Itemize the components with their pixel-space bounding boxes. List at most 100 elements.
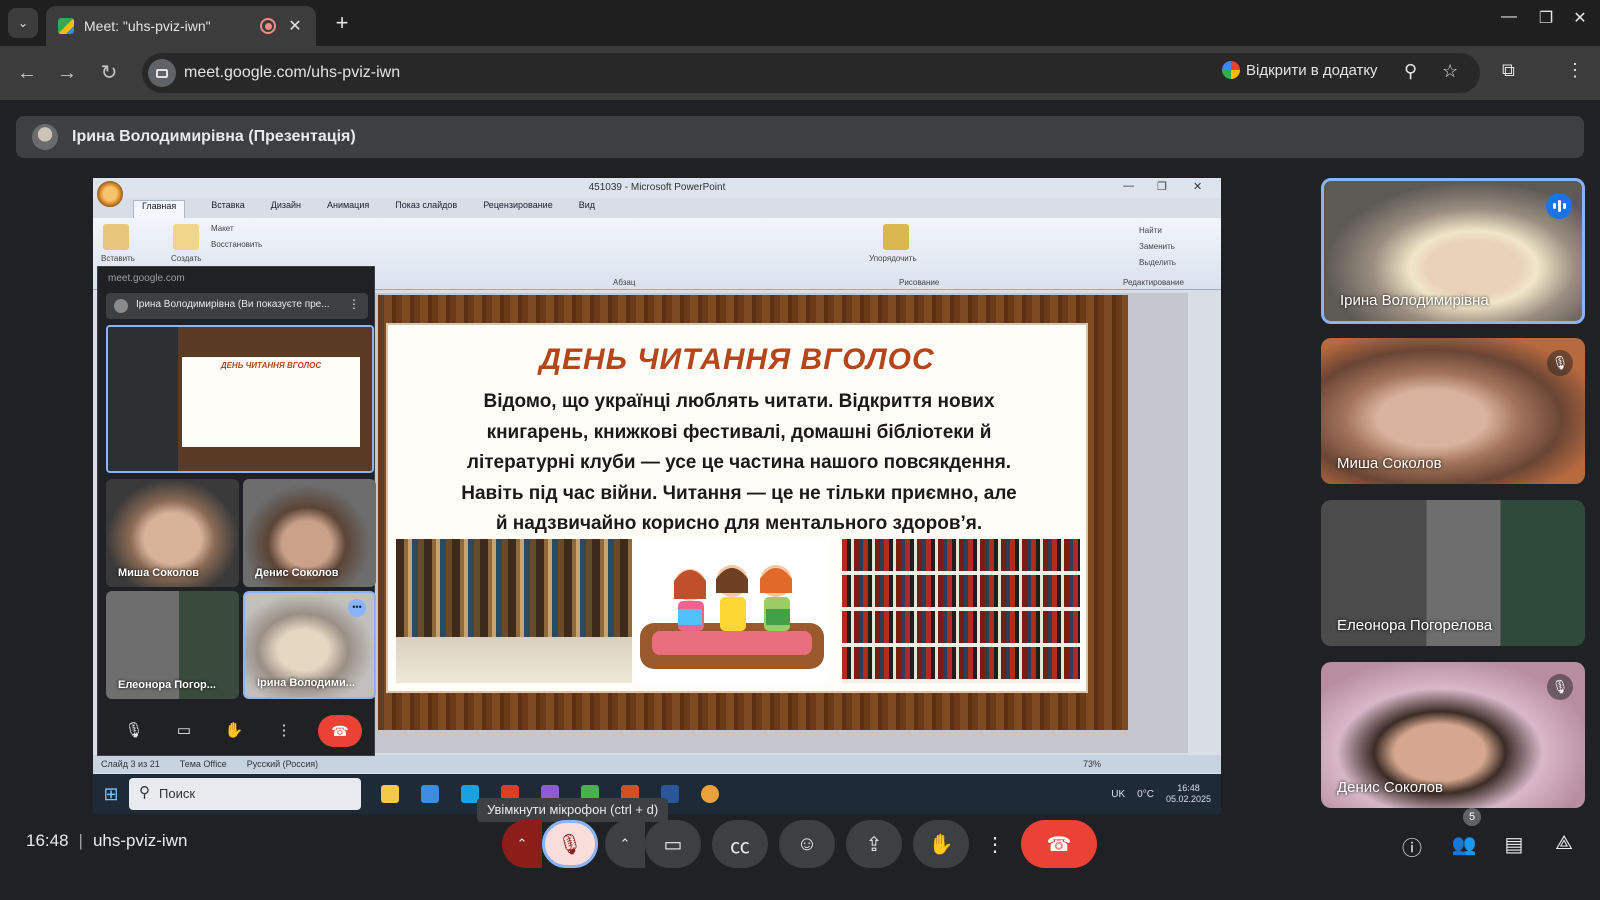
minimize-button[interactable]: — bbox=[1497, 8, 1521, 26]
mini-presenting-bar: Ірина Володимирівна (Ви показуєте пре...… bbox=[106, 293, 368, 319]
camera-icon: ▭ bbox=[663, 833, 683, 856]
activities-icon[interactable]: ⟁ bbox=[1550, 832, 1578, 855]
tab-search-button[interactable]: ⌄ bbox=[8, 8, 38, 38]
store-icon bbox=[421, 785, 439, 803]
paste-icon bbox=[103, 224, 129, 250]
end-call-icon: ☎ bbox=[318, 715, 362, 747]
mini-tile: Елеонора Погор... bbox=[106, 591, 239, 699]
meeting-code: uhs-pviz-iwn bbox=[92, 831, 188, 850]
restore-button[interactable]: ❐ bbox=[1534, 8, 1558, 28]
present-button[interactable]: ⇪ bbox=[846, 820, 902, 868]
browser-tab[interactable]: Meet: "uhs-pviz-iwn" ✕ bbox=[46, 6, 316, 46]
participant-tile[interactable]: 🎙 Миша Соколов bbox=[1321, 338, 1585, 484]
mini-host: meet.google.com bbox=[108, 273, 185, 284]
browser-toolbar: ← → ↻ meet.google.com/uhs-pviz-iwn Відкр… bbox=[0, 46, 1600, 100]
browser-menu-icon[interactable]: ⋮ bbox=[1566, 60, 1584, 81]
audio-settings-button[interactable]: ⌃ bbox=[502, 820, 542, 868]
open-in-app-button[interactable]: Відкрити в додатку bbox=[1222, 61, 1378, 79]
extensions-icon[interactable]: ⧉ bbox=[1502, 60, 1515, 81]
preview-slide-title: ДЕНЬ ЧИТАННЯ ВГОЛОС bbox=[220, 361, 322, 370]
more-options-icon: ⋮ bbox=[276, 722, 292, 739]
camera-toggle-button[interactable]: ▭ bbox=[645, 820, 701, 868]
end-call-button[interactable]: ☎ bbox=[1021, 820, 1097, 868]
back-button[interactable]: ← bbox=[14, 60, 40, 86]
meeting-info: 16:48 | uhs-pviz-iwn bbox=[26, 831, 187, 851]
bookshelf-image bbox=[842, 539, 1080, 683]
mini-tile-name: Ірина Володими... bbox=[257, 677, 355, 689]
mini-meet-window: meet.google.com Ірина Володимирівна (Ви … bbox=[97, 266, 376, 756]
weather-temp: 0°C bbox=[1137, 788, 1154, 800]
people-icon[interactable]: 👥 bbox=[1450, 832, 1478, 857]
ribbon-group-label: Рисование bbox=[899, 278, 940, 287]
reload-button[interactable]: ↻ bbox=[96, 60, 122, 86]
captions-button[interactable]: ㏄ bbox=[712, 820, 768, 868]
meeting-time: 16:48 bbox=[26, 831, 69, 850]
meet-stage: Ірина Володимирівна (Презентація) 451039… bbox=[0, 100, 1600, 900]
site-info-button[interactable] bbox=[148, 59, 176, 87]
clock-date: 05.02.2025 bbox=[1165, 794, 1211, 804]
open-in-app-label: Відкрити в додатку bbox=[1246, 61, 1378, 79]
participant-tile[interactable]: Елеонора Погорелова bbox=[1321, 500, 1585, 646]
chrome-icon bbox=[1222, 61, 1240, 79]
zoom-icon[interactable]: ⚲ bbox=[1404, 61, 1417, 82]
ribbon-label: Заменить bbox=[1139, 242, 1175, 251]
ribbon-label: Найти bbox=[1139, 226, 1162, 235]
slide-line: й надзвичайно корисно для ментального зд… bbox=[495, 513, 983, 534]
powerpoint-title: 451039 - Microsoft PowerPoint bbox=[93, 178, 1221, 198]
mic-icon: 🎙 bbox=[124, 722, 144, 739]
arrange-icon bbox=[883, 224, 909, 250]
ribbon-label: Упорядочить bbox=[869, 254, 917, 263]
participant-name: Елеонора Погорелова bbox=[1337, 617, 1493, 634]
tab-close-button[interactable]: ✕ bbox=[286, 16, 304, 36]
tab-strip: ⌄ Meet: "uhs-pviz-iwn" ✕ + — ❐ ✕ bbox=[0, 0, 1600, 46]
pp-restore-icon: ❐ bbox=[1157, 181, 1167, 193]
ribbon-tab: Показ слайдов bbox=[395, 200, 458, 210]
raise-hand-button[interactable]: ✋ bbox=[913, 820, 969, 868]
mini-tile: ••• Ірина Володими... bbox=[243, 591, 376, 699]
participant-tile[interactable]: Ірина Володимирівна bbox=[1321, 178, 1585, 324]
emoji-icon: ☺ bbox=[796, 832, 818, 855]
explorer-icon bbox=[381, 785, 399, 803]
participant-name: Денис Соколов bbox=[1337, 779, 1443, 796]
forward-button[interactable]: → bbox=[54, 60, 80, 86]
participant-tile[interactable]: 🎙 Денис Соколов bbox=[1321, 662, 1585, 808]
kids-reading-image bbox=[634, 539, 830, 683]
mini-tile: Миша Соколов bbox=[106, 479, 239, 587]
chrome-icon bbox=[701, 785, 719, 803]
address-bar[interactable]: meet.google.com/uhs-pviz-iwn Відкрити в … bbox=[142, 53, 1480, 93]
url-text[interactable]: meet.google.com/uhs-pviz-iwn bbox=[184, 64, 400, 82]
mini-tile-name: Елеонора Погор... bbox=[118, 679, 216, 691]
chat-icon[interactable]: ▤ bbox=[1500, 832, 1528, 857]
speaking-indicator-icon bbox=[1546, 193, 1572, 219]
taskbar-clock: 16:48 05.02.2025 bbox=[1166, 783, 1211, 805]
new-tab-button[interactable]: + bbox=[330, 10, 354, 36]
video-settings-button[interactable]: ⌃ bbox=[605, 820, 645, 868]
ribbon-tab: Вид bbox=[578, 200, 595, 210]
participant-name: Миша Соколов bbox=[1337, 455, 1442, 472]
present-screen-icon: ⇪ bbox=[865, 833, 883, 856]
bookmark-star-icon[interactable]: ☆ bbox=[1442, 61, 1458, 82]
mic-off-icon: 🎙 bbox=[1547, 674, 1573, 700]
microphone-toggle-button[interactable]: 🎙 bbox=[542, 820, 598, 868]
shared-screen: 451039 - Microsoft PowerPoint — ❐ ✕ Глав… bbox=[93, 178, 1221, 814]
reactions-button[interactable]: ☺ bbox=[779, 820, 835, 868]
avatar bbox=[32, 124, 58, 150]
window-close-button[interactable]: ✕ bbox=[1568, 8, 1592, 28]
clock-time: 16:48 bbox=[1177, 783, 1200, 793]
slide-content: ДЕНЬ ЧИТАННЯ ВГОЛОС Відомо, що українці … bbox=[386, 323, 1088, 693]
mini-tile-name: Денис Соколов bbox=[255, 567, 339, 579]
ribbon-label: Вставить bbox=[101, 254, 135, 263]
ribbon-tab: Вставка bbox=[211, 200, 245, 210]
slide-body: Відомо, що українці люблять читати. Відк… bbox=[408, 387, 1070, 540]
mini-presenting-label: Ірина Володимирівна (Ви показуєте пре... bbox=[136, 299, 330, 310]
more-options-button[interactable]: ⋮ bbox=[980, 820, 1010, 868]
new-slide-icon bbox=[173, 224, 199, 250]
mini-screen-preview: ДЕНЬ ЧИТАННЯ ВГОЛОС bbox=[106, 325, 374, 473]
keyboard-layout: UK bbox=[1111, 788, 1126, 800]
presenter-name: Ірина Володимирівна (Презентація) bbox=[72, 128, 356, 145]
preview-slide: ДЕНЬ ЧИТАННЯ ВГОЛОС bbox=[182, 357, 360, 447]
meeting-details-icon[interactable]: ⓘ bbox=[1398, 832, 1426, 861]
camera-icon: ▭ bbox=[176, 722, 192, 739]
ribbon-tab: Рецензирование bbox=[483, 200, 553, 210]
slide-line: Відомо, що українці люблять читати. Відк… bbox=[483, 391, 995, 412]
